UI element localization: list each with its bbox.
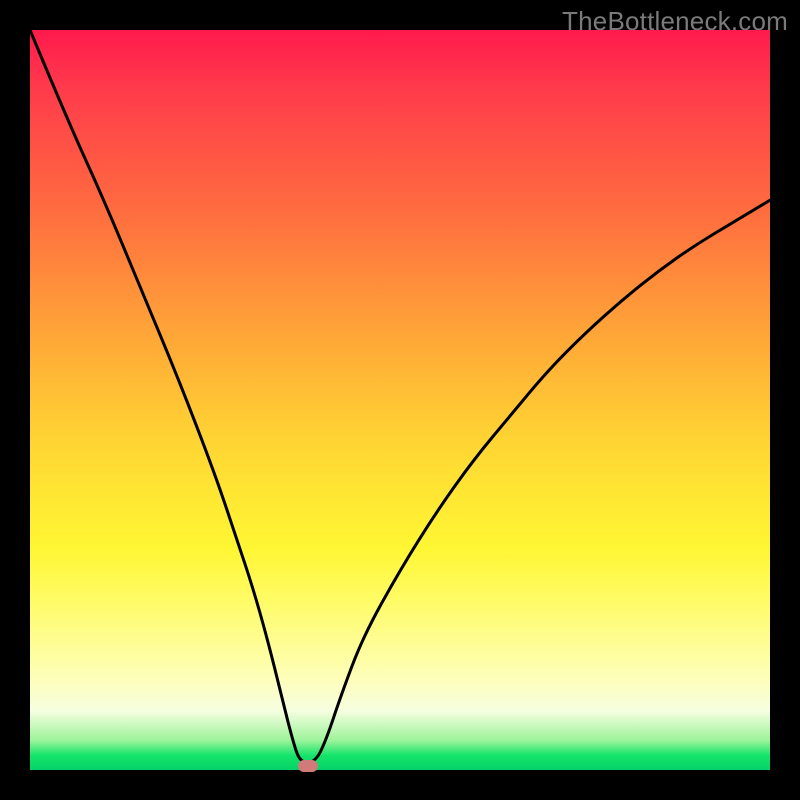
optimal-marker bbox=[298, 760, 318, 772]
bottleneck-curve bbox=[30, 30, 770, 763]
plot-area bbox=[30, 30, 770, 770]
chart-frame: TheBottleneck.com bbox=[0, 0, 800, 800]
curve-svg bbox=[30, 30, 770, 770]
